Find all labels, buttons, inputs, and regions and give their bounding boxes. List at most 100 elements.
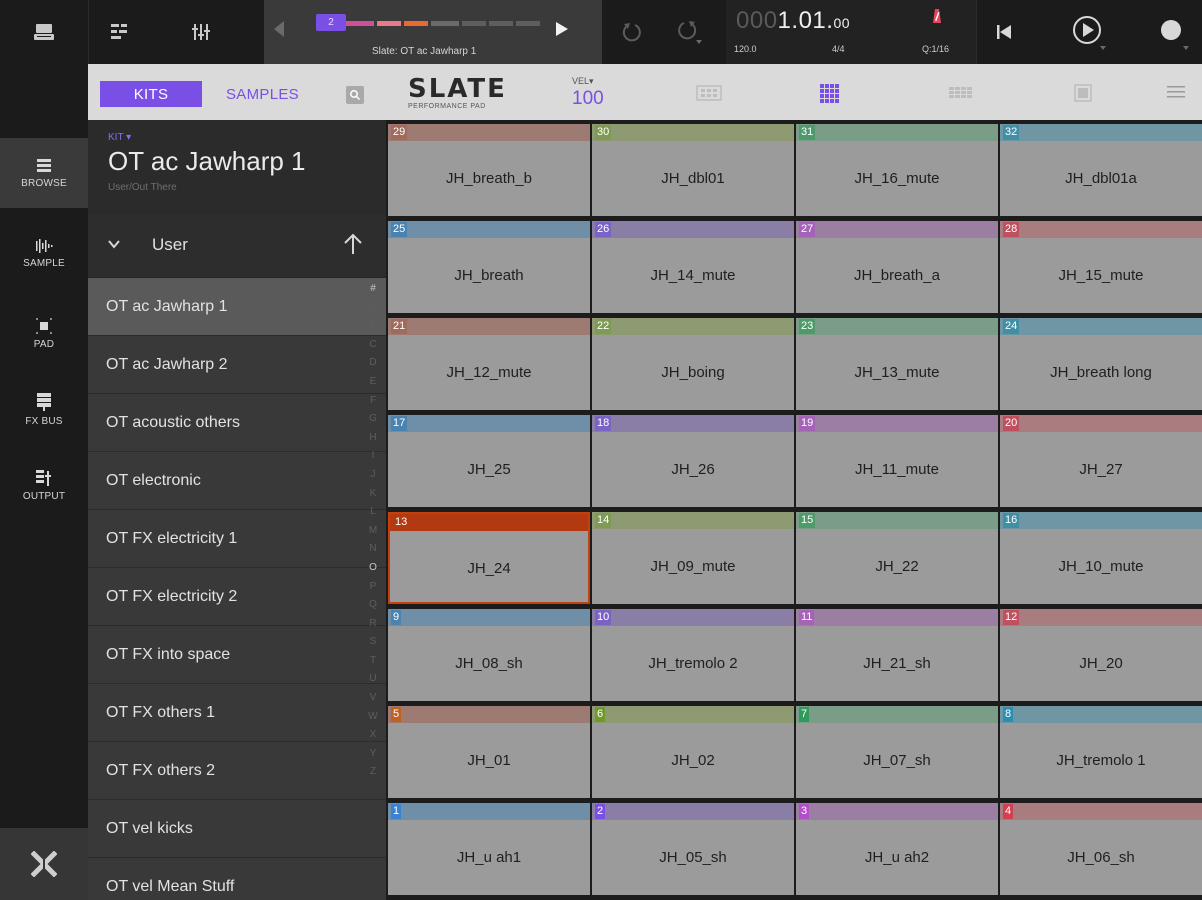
pad-28[interactable]: 28 JH_15_mute	[1000, 221, 1202, 313]
list-item[interactable]: OT electronic	[88, 452, 386, 510]
alphabet-letter[interactable]: C	[369, 336, 376, 355]
pad-14[interactable]: 14 JH_09_mute	[592, 512, 794, 604]
alphabet-letter[interactable]: #	[370, 280, 376, 299]
list-item[interactable]: OT acoustic others	[88, 394, 386, 452]
pad-16[interactable]: 16 JH_10_mute	[1000, 512, 1202, 604]
alphabet-letter[interactable]: D	[369, 354, 376, 373]
redo-button[interactable]	[664, 0, 714, 64]
alphabet-letter[interactable]: K	[370, 485, 377, 504]
pad-32[interactable]: 32 JH_dbl01a	[1000, 124, 1202, 216]
nav-output[interactable]: OUTPUT	[0, 450, 88, 520]
record-button[interactable]	[1140, 0, 1202, 64]
pad-23[interactable]: 23 JH_13_mute	[796, 318, 998, 410]
note-repeat-icon[interactable]	[694, 82, 724, 104]
pad-9[interactable]: 9 JH_08_sh	[388, 609, 590, 701]
grid-8x4-icon[interactable]	[948, 82, 976, 104]
akai-logo[interactable]	[0, 828, 88, 900]
alphabet-index[interactable]: # A B C D E F G H I J K L M N O P Q R S T U V W X Y Z	[366, 280, 380, 782]
metronome-icon[interactable]	[930, 8, 944, 24]
tab-samples[interactable]: SAMPLES	[226, 81, 299, 107]
tempo[interactable]: 120.0	[734, 44, 757, 54]
list-item[interactable]: OT FX electricity 1	[88, 510, 386, 568]
pad-13[interactable]: 13 JH_24	[388, 512, 590, 604]
pad-1[interactable]: 1 JH_u ah1	[388, 803, 590, 895]
pad-10[interactable]: 10 JH_tremolo 2	[592, 609, 794, 701]
alphabet-letter[interactable]: N	[369, 540, 376, 559]
alphabet-letter[interactable]: H	[369, 429, 376, 448]
kit-header[interactable]: KIT ▾ OT ac Jawharp 1 User/Out There	[88, 120, 386, 214]
alphabet-letter[interactable]: R	[369, 615, 376, 634]
pad-7[interactable]: 7 JH_07_sh	[796, 706, 998, 798]
kit-label[interactable]: KIT ▾	[108, 132, 131, 143]
pad-6[interactable]: 6 JH_02	[592, 706, 794, 798]
pad-19[interactable]: 19 JH_11_mute	[796, 415, 998, 507]
alphabet-letter[interactable]: M	[369, 522, 377, 541]
pad-8[interactable]: 8 JH_tremolo 1	[1000, 706, 1202, 798]
pad-26[interactable]: 26 JH_14_mute	[592, 221, 794, 313]
pad-11[interactable]: 11 JH_21_sh	[796, 609, 998, 701]
search-button[interactable]	[346, 86, 364, 104]
pad-21[interactable]: 21 JH_12_mute	[388, 318, 590, 410]
track-list-button[interactable]	[104, 0, 134, 64]
play-icon[interactable]	[556, 22, 568, 36]
pad-4[interactable]: 4 JH_06_sh	[1000, 803, 1202, 895]
pad-5[interactable]: 5 JH_01	[388, 706, 590, 798]
list-item[interactable]: OT vel kicks	[88, 800, 386, 858]
list-item[interactable]: OT FX others 2	[88, 742, 386, 800]
alphabet-letter[interactable]: T	[370, 652, 376, 671]
alphabet-letter[interactable]: E	[370, 373, 377, 392]
return-to-start-button[interactable]	[984, 0, 1024, 64]
alphabet-letter[interactable]: J	[371, 466, 376, 485]
pad-17[interactable]: 17 JH_25	[388, 415, 590, 507]
alphabet-letter[interactable]: Q	[369, 596, 377, 615]
pad-12[interactable]: 12 JH_20	[1000, 609, 1202, 701]
velocity-value[interactable]: 100	[572, 88, 604, 110]
list-item[interactable]: OT FX electricity 2	[88, 568, 386, 626]
nav-fx-bus[interactable]: FX BUS	[0, 374, 88, 444]
list-item[interactable]: OT vel Mean Stuff	[88, 858, 386, 900]
alphabet-letter[interactable]: Z	[370, 763, 376, 782]
alphabet-letter[interactable]: U	[369, 670, 376, 689]
pad-30[interactable]: 30 JH_dbl01	[592, 124, 794, 216]
back-arrow-icon[interactable]	[270, 18, 288, 40]
alphabet-letter[interactable]: V	[370, 689, 377, 708]
alphabet-letter[interactable]: I	[372, 447, 375, 466]
chevron-down-icon[interactable]	[106, 236, 122, 252]
list-item[interactable]: OT FX others 1	[88, 684, 386, 742]
alphabet-letter[interactable]: P	[370, 578, 377, 597]
single-pad-icon[interactable]	[1072, 82, 1094, 104]
alphabet-letter[interactable]: Y	[370, 745, 377, 764]
time-display[interactable]: 0001.01.00 120.0 4/4 Q:1/16	[726, 0, 976, 64]
alphabet-letter[interactable]: G	[369, 410, 377, 429]
arrow-up-icon[interactable]	[342, 232, 364, 256]
menu-button[interactable]	[0, 0, 88, 64]
nav-browse[interactable]: BROWSE	[0, 138, 88, 208]
time-signature[interactable]: 4/4	[832, 44, 845, 54]
pad-29[interactable]: 29 JH_breath_b	[388, 124, 590, 216]
alphabet-letter[interactable]: L	[370, 503, 376, 522]
list-item[interactable]: OT FX into space	[88, 626, 386, 684]
alphabet-letter[interactable]: F	[370, 392, 376, 411]
alphabet-letter[interactable]: W	[368, 708, 377, 727]
undo-button[interactable]	[612, 0, 652, 64]
list-item[interactable]: OT ac Jawharp 2	[88, 336, 386, 394]
folder-row[interactable]: User	[88, 214, 386, 278]
sequence-selector[interactable]: 2 Slate: OT ac Jawharp 1	[264, 0, 602, 64]
pad-27[interactable]: 27 JH_breath_a	[796, 221, 998, 313]
pad-15[interactable]: 15 JH_22	[796, 512, 998, 604]
pad-18[interactable]: 18 JH_26	[592, 415, 794, 507]
nav-pad[interactable]: PAD	[0, 298, 88, 368]
alphabet-letter[interactable]: O	[369, 559, 377, 578]
pad-3[interactable]: 3 JH_u ah2	[796, 803, 998, 895]
pad-24[interactable]: 24 JH_breath long	[1000, 318, 1202, 410]
nav-sample[interactable]: SAMPLE	[0, 218, 88, 288]
pad-20[interactable]: 20 JH_27	[1000, 415, 1202, 507]
pad-25[interactable]: 25 JH_breath	[388, 221, 590, 313]
quantize[interactable]: Q:1/16	[922, 44, 949, 54]
pad-31[interactable]: 31 JH_16_mute	[796, 124, 998, 216]
alphabet-letter[interactable]: S	[370, 633, 377, 652]
pad-2[interactable]: 2 JH_05_sh	[592, 803, 794, 895]
alphabet-letter[interactable]: A	[370, 299, 377, 318]
grid-4x4-icon[interactable]	[818, 82, 840, 104]
pad-22[interactable]: 22 JH_boing	[592, 318, 794, 410]
